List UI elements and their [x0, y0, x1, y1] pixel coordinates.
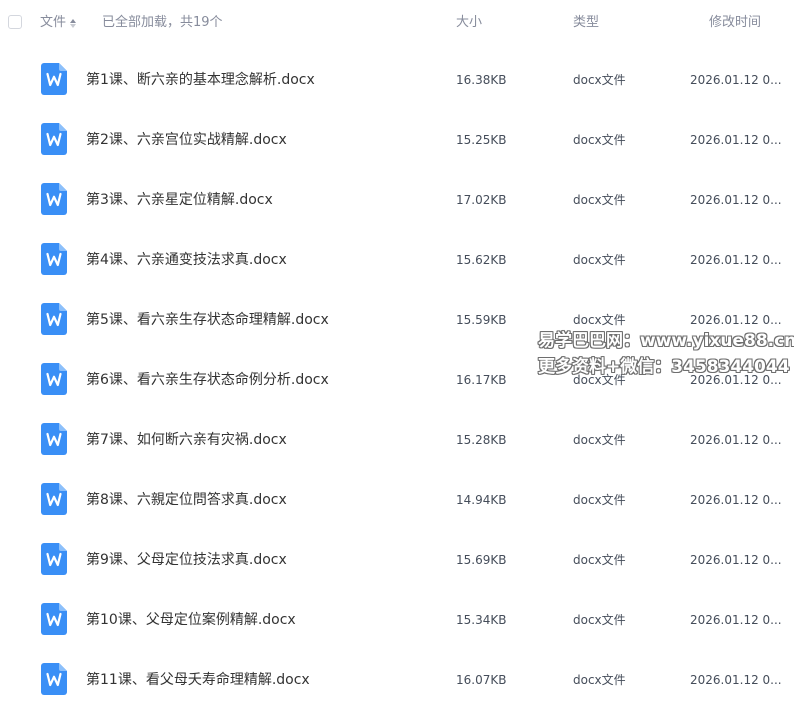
word-document-icon — [41, 63, 67, 95]
file-row[interactable]: 第6课、看六亲生存状态命例分析.docx 16.17KB docx文件 2026.01… — [0, 350, 794, 410]
file-type: docx文件 — [573, 673, 626, 687]
word-document-icon — [41, 123, 67, 155]
word-document-icon — [41, 183, 67, 215]
file-type: docx文件 — [573, 313, 626, 327]
word-document-icon — [41, 543, 67, 575]
file-size: 16.38KB — [456, 73, 507, 87]
load-status-text: 已全部加载，共19个 — [102, 15, 223, 30]
file-modified-time: 2026.01.12 0... — [690, 433, 782, 447]
file-name[interactable]: 第11课、看父母夭寿命理精解.docx — [86, 670, 310, 690]
word-document-icon — [41, 303, 67, 335]
file-size: 14.94KB — [456, 493, 507, 507]
file-name[interactable]: 第1课、断六亲的基本理念解析.docx — [86, 70, 315, 90]
file-list: 第1课、断六亲的基本理念解析.docx 16.38KB docx文件 2026.01.… — [0, 50, 794, 710]
file-size: 15.69KB — [456, 553, 507, 567]
file-row[interactable]: 第9课、父母定位技法求真.docx 15.69KB docx文件 2026.01.12… — [0, 530, 794, 590]
word-document-icon — [41, 663, 67, 695]
file-type: docx文件 — [573, 133, 626, 147]
file-modified-time: 2026.01.12 0... — [690, 133, 782, 147]
file-modified-time: 2026.01.12 0... — [690, 553, 782, 567]
file-type: docx文件 — [573, 433, 626, 447]
file-row[interactable]: 第5课、看六亲生存状态命理精解.docx 15.59KB docx文件 2026.01… — [0, 290, 794, 350]
file-size: 16.17KB — [456, 373, 507, 387]
file-size: 15.34KB — [456, 613, 507, 627]
file-modified-time: 2026.01.12 0... — [690, 193, 782, 207]
file-row[interactable]: 第11课、看父母夭寿命理精解.docx 16.07KB docx文件 2026.01.… — [0, 650, 794, 710]
word-document-icon — [41, 483, 67, 515]
column-header-name-label: 文件 — [40, 15, 67, 30]
file-row[interactable]: 第3课、六亲星定位精解.docx 17.02KB docx文件 2026.01.12 … — [0, 170, 794, 230]
select-all-checkbox[interactable] — [8, 15, 22, 29]
file-row[interactable]: 第2课、六亲宫位实战精解.docx 15.25KB docx文件 2026.01.12… — [0, 110, 794, 170]
column-header-name[interactable]: 文件 — [40, 14, 77, 32]
file-size: 15.28KB — [456, 433, 507, 447]
file-size: 17.02KB — [456, 193, 507, 207]
file-type: docx文件 — [573, 613, 626, 627]
file-modified-time: 2026.01.12 0... — [690, 373, 782, 387]
file-name[interactable]: 第6课、看六亲生存状态命例分析.docx — [86, 370, 329, 390]
file-name[interactable]: 第10课、父母定位案例精解.docx — [86, 610, 296, 630]
file-type: docx文件 — [573, 193, 626, 207]
word-document-icon — [41, 243, 67, 275]
file-name[interactable]: 第3课、六亲星定位精解.docx — [86, 190, 273, 210]
word-document-icon — [41, 603, 67, 635]
file-size: 16.07KB — [456, 673, 507, 687]
file-type: docx文件 — [573, 553, 626, 567]
file-modified-time: 2026.01.12 0... — [690, 313, 782, 327]
file-list-header: 文件 已全部加载，共19个 大小 类型 修改时间 — [0, 0, 794, 46]
file-row[interactable]: 第8课、六親定位問答求真.docx 14.94KB docx文件 2026.01.12… — [0, 470, 794, 530]
file-name[interactable]: 第5课、看六亲生存状态命理精解.docx — [86, 310, 329, 330]
file-row[interactable]: 第7课、如何断六亲有灾祸.docx 15.28KB docx文件 2026.01.12… — [0, 410, 794, 470]
file-type: docx文件 — [573, 73, 626, 87]
file-type: docx文件 — [573, 253, 626, 267]
file-row[interactable]: 第1课、断六亲的基本理念解析.docx 16.38KB docx文件 2026.01.… — [0, 50, 794, 110]
file-name[interactable]: 第4课、六亲通变技法求真.docx — [86, 250, 287, 270]
file-modified-time: 2026.01.12 0... — [690, 673, 782, 687]
file-row[interactable]: 第4课、六亲通变技法求真.docx 15.62KB docx文件 2026.01.12… — [0, 230, 794, 290]
file-type: docx文件 — [573, 373, 626, 387]
file-type: docx文件 — [573, 493, 626, 507]
file-name[interactable]: 第2课、六亲宫位实战精解.docx — [86, 130, 287, 150]
word-document-icon — [41, 423, 67, 455]
file-name[interactable]: 第7课、如何断六亲有灾祸.docx — [86, 430, 287, 450]
file-size: 15.25KB — [456, 133, 507, 147]
sort-arrows-icon[interactable] — [70, 17, 77, 29]
file-size: 15.62KB — [456, 253, 507, 267]
file-modified-time: 2026.01.12 0... — [690, 73, 782, 87]
file-modified-time: 2026.01.12 0... — [690, 253, 782, 267]
column-header-size[interactable]: 大小 — [456, 14, 482, 32]
column-header-modified-time[interactable]: 修改时间 — [709, 14, 761, 32]
column-header-type[interactable]: 类型 — [573, 14, 599, 32]
file-modified-time: 2026.01.12 0... — [690, 493, 782, 507]
file-size: 15.59KB — [456, 313, 507, 327]
word-document-icon — [41, 363, 67, 395]
file-row[interactable]: 第10课、父母定位案例精解.docx 15.34KB docx文件 2026.01.1… — [0, 590, 794, 650]
file-name[interactable]: 第9课、父母定位技法求真.docx — [86, 550, 287, 570]
file-name[interactable]: 第8课、六親定位問答求真.docx — [86, 490, 287, 510]
file-modified-time: 2026.01.12 0... — [690, 613, 782, 627]
